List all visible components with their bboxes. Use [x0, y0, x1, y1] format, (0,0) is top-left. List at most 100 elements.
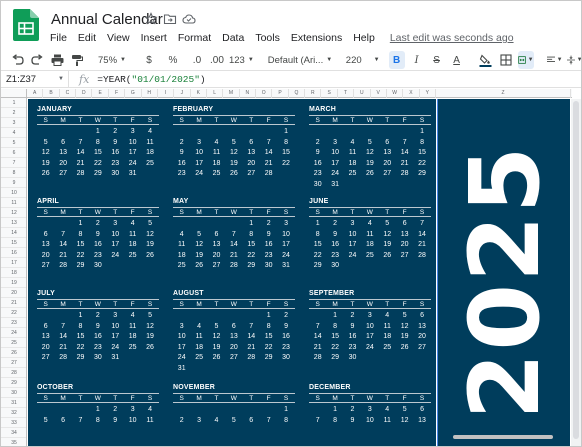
day-cell[interactable]: 13 [396, 230, 413, 241]
day-cell[interactable]: 6 [413, 311, 430, 322]
day-cell[interactable]: 1 [72, 219, 89, 230]
day-cell[interactable]: 8 [260, 322, 277, 333]
day-cell[interactable] [361, 353, 378, 364]
move-folder-icon[interactable] [163, 12, 177, 26]
day-cell[interactable]: 17 [190, 159, 207, 170]
day-cell[interactable]: 13 [208, 240, 225, 251]
column-header[interactable]: C [60, 89, 77, 98]
day-cell[interactable] [190, 405, 207, 416]
day-cell[interactable]: 30 [277, 353, 294, 364]
day-cell[interactable]: 15 [89, 148, 106, 159]
redo-icon[interactable] [29, 51, 45, 69]
day-cell[interactable]: 2 [344, 311, 361, 322]
day-cell[interactable]: 24 [326, 169, 343, 180]
day-cell[interactable] [54, 127, 71, 138]
day-cell[interactable]: 8 [72, 322, 89, 333]
day-cell[interactable]: 13 [413, 416, 430, 427]
day-cell[interactable]: 31 [326, 180, 343, 191]
day-cell[interactable]: 30 [260, 261, 277, 272]
strikethrough-button[interactable]: S [429, 51, 445, 69]
day-cell[interactable]: 19 [141, 240, 158, 251]
day-cell[interactable]: 24 [107, 343, 124, 354]
day-cell[interactable]: 13 [54, 148, 71, 159]
day-cell[interactable]: 23 [89, 251, 106, 262]
day-cell[interactable]: 18 [344, 159, 361, 170]
day-cell[interactable]: 30 [89, 353, 106, 364]
day-cell[interactable] [208, 219, 225, 230]
column-header[interactable]: O [256, 89, 273, 98]
day-cell[interactable]: 15 [72, 240, 89, 251]
day-cell[interactable]: 10 [361, 416, 378, 427]
day-cell[interactable]: 5 [37, 138, 54, 149]
row-header[interactable]: 23 [1, 318, 26, 328]
row-header[interactable]: 7 [1, 158, 26, 168]
vertical-align-icon[interactable]: ▼ [566, 51, 581, 69]
horizontal-align-icon[interactable]: ▼ [546, 51, 563, 69]
day-cell[interactable]: 9 [309, 148, 326, 159]
day-cell[interactable]: 25 [379, 343, 396, 354]
day-cell[interactable]: 22 [277, 159, 294, 170]
day-cell[interactable]: 28 [225, 261, 242, 272]
row-header[interactable]: 21 [1, 298, 26, 308]
menu-edit[interactable]: Edit [78, 31, 96, 47]
day-cell[interactable]: 1 [326, 311, 343, 322]
day-cell[interactable]: 7 [309, 322, 326, 333]
day-cell[interactable]: 23 [260, 251, 277, 262]
day-cell[interactable]: 11 [379, 322, 396, 333]
day-cell[interactable]: 12 [379, 230, 396, 241]
day-cell[interactable] [243, 364, 260, 375]
column-header[interactable]: N [240, 89, 257, 98]
italic-button[interactable]: I [409, 51, 425, 69]
day-cell[interactable]: 27 [54, 169, 71, 180]
day-cell[interactable]: 28 [413, 251, 430, 262]
day-cell[interactable]: 24 [277, 251, 294, 262]
day-cell[interactable]: 8 [243, 230, 260, 241]
day-cell[interactable]: 5 [141, 219, 158, 230]
day-cell[interactable]: 4 [361, 219, 378, 230]
day-cell[interactable]: 11 [173, 240, 190, 251]
day-cell[interactable]: 8 [89, 416, 106, 427]
day-cell[interactable] [243, 311, 260, 322]
column-header[interactable]: G [125, 89, 142, 98]
day-cell[interactable] [379, 261, 396, 272]
day-cell[interactable]: 2 [344, 405, 361, 416]
day-cell[interactable]: 9 [344, 322, 361, 333]
day-cell[interactable] [260, 405, 277, 416]
cloud-saved-icon[interactable] [182, 12, 196, 26]
day-cell[interactable]: 24 [124, 159, 141, 170]
day-cell[interactable]: 18 [208, 159, 225, 170]
day-cell[interactable]: 7 [413, 219, 430, 230]
day-cell[interactable]: 14 [54, 240, 71, 251]
row-header[interactable]: 35 [1, 438, 26, 446]
day-cell[interactable]: 6 [243, 416, 260, 427]
day-cell[interactable]: 23 [173, 169, 190, 180]
day-cell[interactable]: 6 [413, 405, 430, 416]
day-cell[interactable]: 24 [190, 169, 207, 180]
day-cell[interactable]: 1 [243, 219, 260, 230]
day-cell[interactable]: 17 [107, 332, 124, 343]
day-cell[interactable]: 29 [260, 353, 277, 364]
day-cell[interactable]: 27 [37, 353, 54, 364]
day-cell[interactable]: 19 [379, 240, 396, 251]
day-cell[interactable]: 12 [396, 416, 413, 427]
day-cell[interactable]: 28 [260, 169, 277, 180]
day-cell[interactable]: 3 [124, 127, 141, 138]
day-cell[interactable]: 9 [107, 416, 124, 427]
day-cell[interactable]: 6 [208, 230, 225, 241]
day-cell[interactable] [344, 180, 361, 191]
day-cell[interactable] [413, 353, 430, 364]
day-cell[interactable]: 7 [225, 230, 242, 241]
day-cell[interactable]: 17 [124, 148, 141, 159]
day-cell[interactable]: 22 [326, 343, 343, 354]
day-cell[interactable]: 7 [72, 138, 89, 149]
day-cell[interactable]: 18 [173, 251, 190, 262]
calendar-area[interactable]: JANUARY S M T W T F S 1 2 3 4 5 6 7 8 9 10 11 12 13 14 15 16 17 1… [28, 99, 436, 446]
menu-help[interactable]: Help [353, 31, 375, 47]
day-cell[interactable]: 1 [326, 405, 343, 416]
day-cell[interactable]: 25 [190, 353, 207, 364]
day-cell[interactable]: 23 [309, 169, 326, 180]
day-cell[interactable]: 29 [243, 261, 260, 272]
day-cell[interactable]: 2 [89, 311, 106, 322]
day-cell[interactable] [379, 180, 396, 191]
merge-cells-icon[interactable]: ▼ [517, 51, 534, 69]
